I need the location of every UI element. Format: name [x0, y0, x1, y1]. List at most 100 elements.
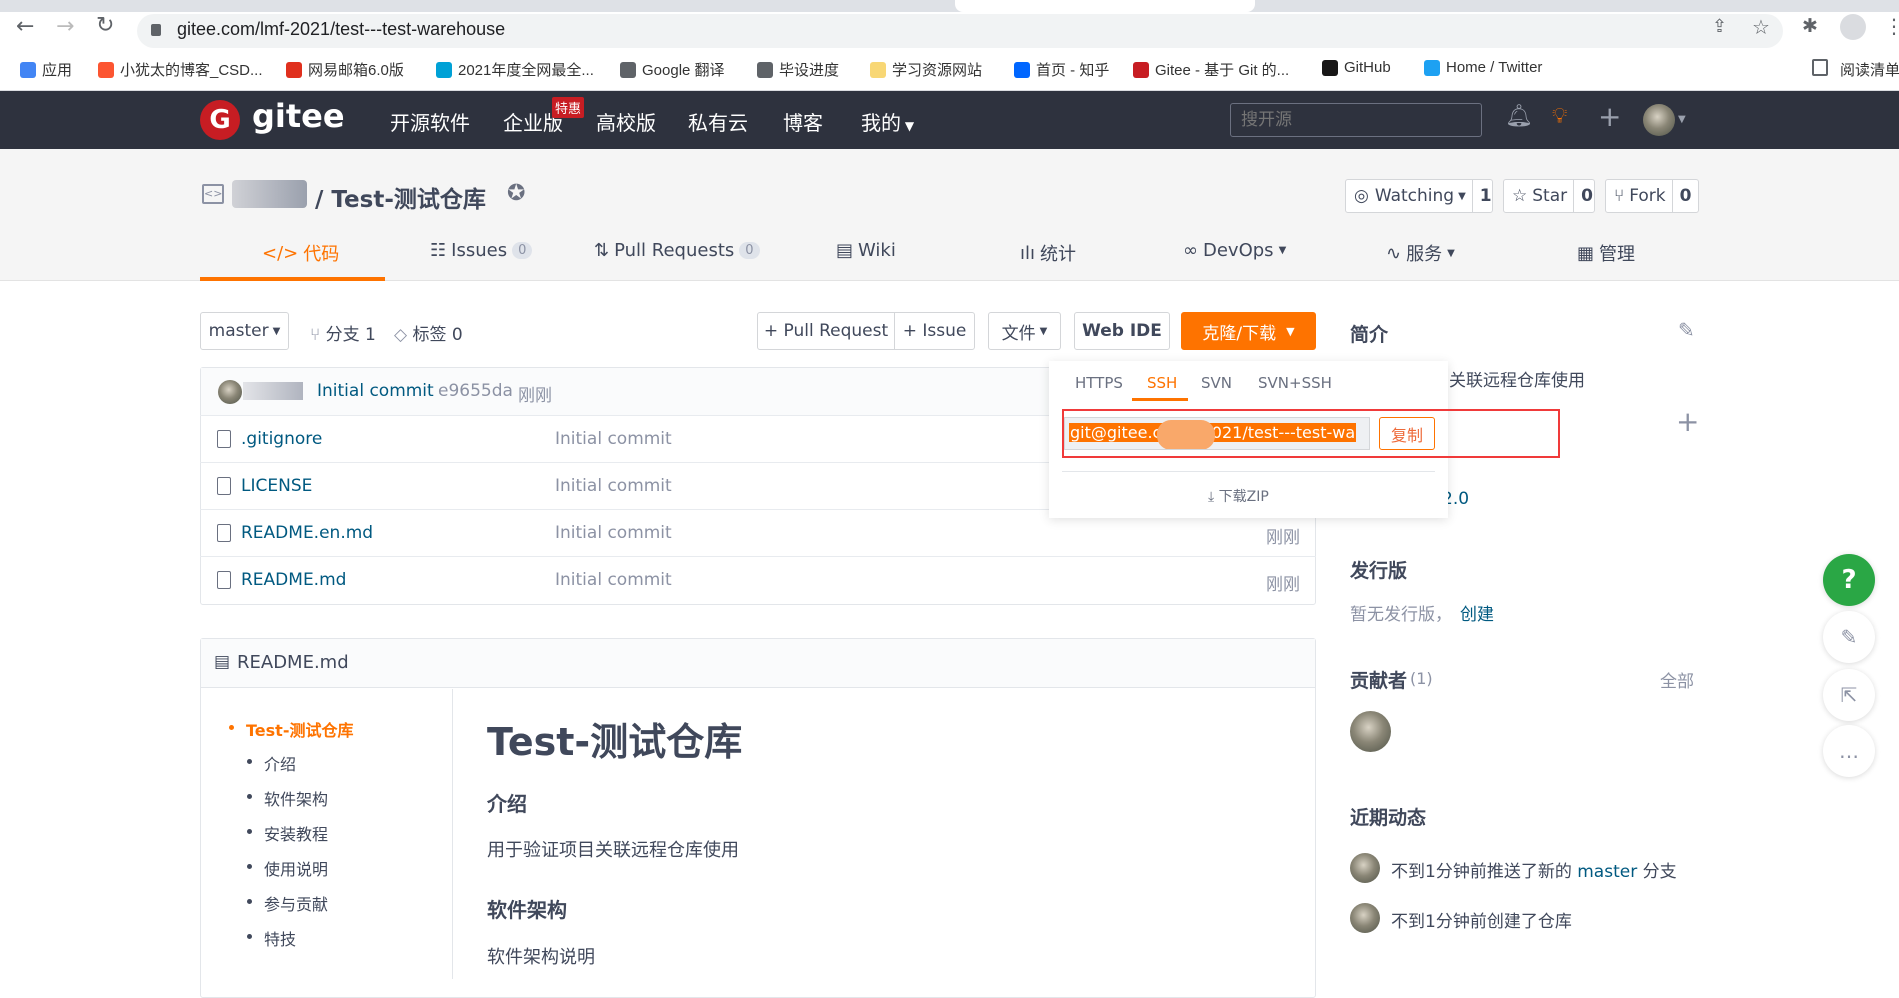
file-name[interactable]: README.en.md: [241, 523, 373, 543]
nav-mine[interactable]: 我的 ▼: [861, 107, 914, 136]
search-input[interactable]: [1230, 103, 1482, 137]
forward-icon[interactable]: →: [56, 14, 74, 39]
edit-icon[interactable]: ✎: [1678, 318, 1695, 342]
bookmark-item[interactable]: Home / Twitter: [1424, 59, 1542, 76]
file-menu-button[interactable]: 文件 ▼: [988, 312, 1061, 350]
bookmark-item[interactable]: 2021年度全网最全...: [436, 59, 594, 80]
file-commit-message[interactable]: Initial commit: [555, 570, 672, 590]
new-pull-request-button[interactable]: + Pull Request: [757, 312, 895, 350]
reload-icon[interactable]: ↻: [96, 13, 114, 38]
feedback-icon[interactable]: ✎: [1823, 611, 1875, 663]
gitee-logo-icon[interactable]: G: [200, 100, 240, 140]
reading-list[interactable]: 阅读清单: [1840, 59, 1899, 80]
gitee-logo-text[interactable]: gitee: [252, 97, 345, 135]
nav-blog[interactable]: 博客: [783, 107, 823, 136]
toc-item[interactable]: 安装教程: [246, 821, 328, 845]
tab-code[interactable]: </> 代码: [262, 240, 339, 266]
toc-item[interactable]: Test-测试仓库: [228, 717, 353, 741]
add-topic-icon[interactable]: +: [1676, 405, 1699, 438]
bookmark-item[interactable]: 网易邮箱6.0版: [286, 59, 404, 80]
star-button[interactable]: ☆ Star 0: [1503, 179, 1595, 213]
back-icon[interactable]: ←: [16, 14, 34, 39]
tab-issues[interactable]: ☷ Issues 0: [430, 240, 533, 261]
activity-avatar[interactable]: [1350, 903, 1380, 933]
watch-button[interactable]: ◎ Watching ▼ 1: [1345, 179, 1493, 213]
bookmark-star-icon[interactable]: ☆: [1752, 15, 1770, 39]
committer-avatar[interactable]: [218, 380, 242, 404]
repo-title[interactable]: / Test-测试仓库: [315, 180, 486, 214]
toc-item[interactable]: 介绍: [246, 751, 296, 775]
star-count[interactable]: 0: [1573, 180, 1600, 212]
lightbulb-icon[interactable]: 💡︎: [1552, 104, 1567, 129]
owner-name-blurred[interactable]: [232, 180, 307, 208]
file-commit-message[interactable]: Initial commit: [555, 523, 672, 543]
download-zip-link[interactable]: ⤓ 下载ZIP: [1208, 486, 1269, 506]
commit-message[interactable]: Initial commit: [317, 381, 434, 401]
toc-item[interactable]: 使用说明: [246, 856, 328, 880]
profile-icon[interactable]: [1840, 14, 1866, 40]
share-icon[interactable]: ⇪: [1712, 16, 1727, 37]
tab-wiki[interactable]: ▤ Wiki: [836, 240, 896, 261]
active-tab[interactable]: [955, 0, 1255, 12]
share-icon[interactable]: ⇱: [1823, 669, 1875, 721]
download-zip-label: 下载ZIP: [1218, 489, 1269, 505]
activity-avatar[interactable]: [1350, 853, 1380, 883]
toc-item[interactable]: 软件架构: [246, 786, 328, 810]
bookmark-item[interactable]: 小犹太的博客_CSD...: [98, 59, 263, 80]
file-name[interactable]: .gitignore: [241, 429, 322, 449]
web-ide-button[interactable]: Web IDE: [1074, 312, 1170, 350]
branch-select[interactable]: master ▼: [200, 312, 289, 350]
nav-open-source[interactable]: 开源软件: [390, 107, 470, 136]
clone-tab-svn[interactable]: SVN: [1201, 374, 1232, 392]
watch-label: Watching: [1374, 186, 1455, 206]
tab-devops[interactable]: ∞ DevOps ▼: [1183, 240, 1286, 261]
toc-item[interactable]: 参与贡献: [246, 891, 328, 915]
tab-stats[interactable]: ılı 统计: [1020, 240, 1076, 266]
new-issue-button[interactable]: + Issue: [894, 312, 975, 350]
url-text[interactable]: gitee.com/lmf-2021/test---test-warehouse: [177, 19, 505, 40]
nav-education[interactable]: 高校版: [596, 107, 656, 136]
clone-tab-svn-ssh[interactable]: SVN+SSH: [1258, 374, 1332, 392]
bookmark-item[interactable]: Google 翻译: [620, 59, 725, 80]
bell-icon[interactable]: 🔔︎: [1505, 104, 1533, 129]
tab-pull-requests[interactable]: ⇅ Pull Requests 0: [594, 240, 760, 261]
fork-button[interactable]: ⑂ Fork 0: [1605, 179, 1699, 213]
bookmark-item[interactable]: 学习资源网站: [870, 59, 982, 80]
nav-private-cloud[interactable]: 私有云: [688, 107, 748, 136]
tab-services[interactable]: ∿ 服务 ▼: [1386, 240, 1455, 266]
bookmark-item[interactable]: Gitee - 基于 Git 的...: [1133, 59, 1289, 80]
commit-hash[interactable]: e9655da: [438, 381, 513, 401]
branches-link[interactable]: ⑂ 分支 1: [310, 320, 376, 345]
file-name[interactable]: LICENSE: [241, 476, 312, 496]
committer-name-blurred[interactable]: [243, 382, 303, 400]
fork-count[interactable]: 0: [1671, 180, 1699, 212]
clone-tab-ssh[interactable]: SSH: [1147, 374, 1177, 392]
plus-icon[interactable]: +: [1598, 100, 1621, 133]
user-avatar[interactable]: [1643, 104, 1675, 136]
pulse-icon: ∿: [1386, 242, 1402, 264]
menu-icon[interactable]: ⋮: [1884, 14, 1899, 38]
clone-tab-https[interactable]: HTTPS: [1075, 374, 1123, 392]
file-row: README.md Initial commit 刚刚: [200, 556, 1316, 603]
bookmark-item[interactable]: 毕设进度: [757, 59, 839, 80]
create-release-link[interactable]: 创建: [1460, 600, 1494, 625]
caret-down-icon[interactable]: ▼: [1678, 114, 1686, 125]
extensions-icon[interactable]: ✱: [1802, 15, 1818, 37]
bookmark-item[interactable]: 应用: [20, 59, 72, 80]
watch-count[interactable]: 1: [1471, 180, 1499, 212]
activity-branch-link[interactable]: master: [1577, 862, 1637, 882]
tags-link[interactable]: ◇ 标签 0: [394, 320, 463, 345]
contributor-avatar[interactable]: [1350, 711, 1391, 752]
bookmark-item[interactable]: 首页 - 知乎: [1014, 59, 1109, 80]
bookmark-item[interactable]: GitHub: [1322, 59, 1391, 76]
tab-manage[interactable]: ▦ 管理: [1577, 240, 1635, 266]
clone-download-button[interactable]: 克隆/下载 ▼: [1181, 312, 1316, 350]
file-commit-message[interactable]: Initial commit: [555, 429, 672, 449]
file-name[interactable]: README.md: [241, 570, 346, 590]
toc-item[interactable]: 特技: [246, 926, 296, 950]
help-button[interactable]: ?: [1823, 554, 1875, 606]
contributors-all-link[interactable]: 全部: [1660, 667, 1694, 692]
chat-icon[interactable]: …: [1823, 725, 1875, 777]
pr-count: 0: [739, 242, 760, 259]
file-commit-message[interactable]: Initial commit: [555, 476, 672, 496]
